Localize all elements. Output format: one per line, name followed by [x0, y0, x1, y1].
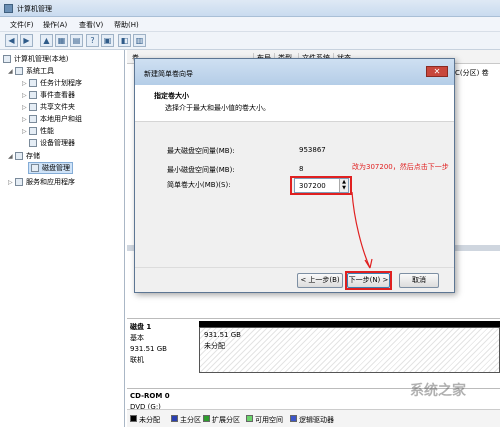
wizard-body: 最大磁盘空间量(MB): 953867 最小磁盘空间量(MB): 8 简单卷大小… — [135, 122, 454, 267]
max-space-value: 953867 — [299, 146, 326, 154]
connect-icon[interactable]: ◧ — [118, 34, 131, 47]
tree-storage[interactable]: ◢ 存储 — [8, 151, 40, 161]
expand-arrow-icon[interactable]: ▷ — [22, 104, 29, 111]
performance-icon — [29, 127, 37, 135]
forward-arrow-icon[interactable]: ▶ — [20, 34, 33, 47]
storage-icon — [15, 152, 23, 160]
collapse-arrow-icon[interactable]: ◢ — [8, 68, 15, 75]
min-space-label: 最小磁盘空间量(MB): — [167, 166, 235, 174]
disk-1-size: 931.51 GB — [130, 345, 167, 353]
computer-icon — [3, 55, 11, 63]
toolbar: ◀ ▶ ▲ ▦ ▤ ? ▣ ◧ ▥ — [0, 32, 500, 50]
up-folder-icon[interactable]: ▲ — [40, 34, 53, 47]
tree-performance[interactable]: ▷ 性能 — [22, 126, 54, 136]
volume-row-partial[interactable]: C(分区) 卷 — [455, 68, 489, 78]
services-icon — [15, 178, 23, 186]
collapse-arrow-icon[interactable]: ◢ — [8, 153, 15, 160]
device-icon — [29, 139, 37, 147]
back-button[interactable]: < 上一步(B) — [297, 273, 343, 288]
legend-swatch-primary — [171, 415, 178, 422]
disk-1-partition[interactable]: 931.51 GB 未分配 — [199, 321, 500, 373]
tree-local-users[interactable]: ▷ 本地用户和组 — [22, 114, 82, 124]
expand-arrow-icon[interactable]: ▷ — [22, 80, 29, 87]
export-icon[interactable]: ▣ — [101, 34, 114, 47]
instruction-annotation: 改为307200，然后点击下一步 — [352, 163, 449, 171]
back-arrow-icon[interactable]: ◀ — [5, 34, 18, 47]
menu-bar: 文件(F) 操作(A) 查看(V) 帮助(H) — [0, 17, 500, 32]
min-space-value: 8 — [299, 165, 304, 173]
legend-swatch-logical — [290, 415, 297, 422]
expand-arrow-icon[interactable]: ▷ — [22, 116, 29, 123]
legend-swatch-free — [246, 415, 253, 422]
legend-unallocated: 未分配 — [139, 416, 160, 424]
volume-size-label: 简单卷大小(MB)(S): — [167, 181, 231, 189]
close-icon[interactable]: ✕ — [426, 66, 448, 77]
expand-arrow-icon[interactable]: ▷ — [22, 128, 29, 135]
users-icon — [29, 115, 37, 123]
tree-event-viewer[interactable]: ▷ 事件查看器 — [22, 90, 75, 100]
navigation-tree: 计算机管理(本地) ◢ 系统工具 ▷ 任务计划程序 ▷ 事件查看器 ▷ 共享文件夹 ▷ 本… — [0, 50, 125, 427]
wizard-title: 新建简单卷向导 — [144, 70, 193, 78]
tree-shared-folders[interactable]: ▷ 共享文件夹 — [22, 102, 75, 112]
folder-icon — [29, 103, 37, 111]
clock-icon — [29, 79, 37, 87]
menu-action[interactable]: 操作(A) — [43, 20, 67, 30]
show-tree-icon[interactable]: ▦ — [55, 34, 68, 47]
disk-1-row[interactable]: 磁盘 1 基本 931.51 GB 联机 931.51 GB 未分配 — [127, 318, 500, 374]
expand-arrow-icon[interactable]: ▷ — [8, 179, 15, 186]
disk-1-status: 联机 — [130, 356, 144, 364]
disk-1-part-status: 未分配 — [204, 342, 225, 350]
new-simple-volume-wizard: 新建简单卷向导 ✕ 指定卷大小 选择介于最大和最小值的卷大小。 最大磁盘空间量(… — [134, 58, 455, 293]
menu-view[interactable]: 查看(V) — [79, 20, 103, 30]
tree-device-manager[interactable]: 设备管理器 — [29, 138, 75, 148]
app-icon — [4, 4, 13, 13]
wizard-footer: < 上一步(B) 下一步(N) > 取消 — [135, 267, 454, 292]
event-log-icon — [29, 91, 37, 99]
legend-primary: 主分区 — [180, 416, 201, 424]
cdrom-name: CD-ROM 0 — [130, 392, 170, 400]
max-space-label: 最大磁盘空间量(MB): — [167, 147, 235, 155]
legend-logical: 逻辑驱动器 — [299, 416, 334, 424]
wizard-subheading: 选择介于最大和最小值的卷大小。 — [165, 104, 270, 112]
annotation-arrow-icon — [351, 191, 373, 269]
legend-extended: 扩展分区 — [212, 416, 240, 424]
window-title: 计算机管理 — [17, 5, 52, 13]
disk-1-type: 基本 — [130, 334, 144, 342]
menu-help[interactable]: 帮助(H) — [114, 20, 139, 30]
legend-swatch-extended — [203, 415, 210, 422]
help-icon[interactable]: ? — [86, 34, 99, 47]
settings-icon[interactable]: ▥ — [133, 34, 146, 47]
watermark-logo: 系统之家 — [410, 383, 466, 399]
tree-disk-management[interactable]: 磁盘管理 — [28, 162, 73, 174]
menu-file[interactable]: 文件(F) — [10, 20, 34, 30]
legend-free: 可用空间 — [255, 416, 283, 424]
tree-root[interactable]: 计算机管理(本地) — [3, 54, 68, 64]
legend-swatch-unallocated — [130, 415, 137, 422]
disk-1-name: 磁盘 1 — [130, 323, 152, 331]
wizard-header: 指定卷大小 选择介于最大和最小值的卷大小。 — [135, 85, 454, 122]
disk-icon — [31, 164, 39, 172]
wizard-heading: 指定卷大小 — [154, 92, 189, 100]
tree-system-tools[interactable]: ◢ 系统工具 — [8, 66, 54, 76]
properties-icon[interactable]: ▤ — [70, 34, 83, 47]
title-bar: 计算机管理 — [0, 0, 500, 17]
cancel-button[interactable]: 取消 — [399, 273, 439, 288]
disk-1-part-size: 931.51 GB — [204, 331, 241, 339]
expand-arrow-icon[interactable]: ▷ — [22, 92, 29, 99]
tree-task-scheduler[interactable]: ▷ 任务计划程序 — [22, 78, 82, 88]
tools-icon — [15, 67, 23, 75]
tree-services-apps[interactable]: ▷ 服务和应用程序 — [8, 177, 75, 187]
wizard-title-bar[interactable]: 新建简单卷向导 ✕ — [135, 59, 454, 85]
